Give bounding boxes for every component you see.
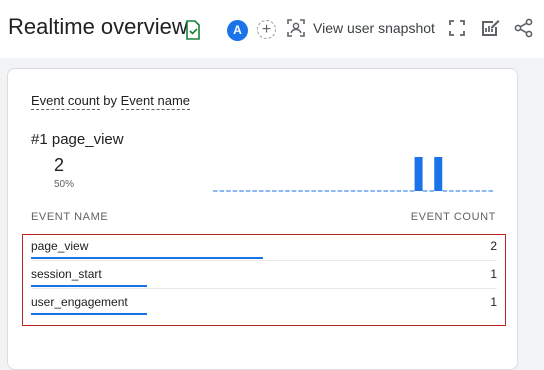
per-minute-bar-chart [213, 157, 493, 192]
share-icon[interactable] [514, 18, 534, 38]
event-name-cell: page_view [31, 239, 89, 253]
table-row[interactable]: user_engagement 1 [31, 291, 497, 319]
top-event-value: 2 [54, 155, 65, 175]
fullscreen-icon[interactable] [447, 18, 467, 38]
top-rank: #1 [31, 131, 48, 148]
table-row[interactable]: page_view 2 [31, 235, 497, 263]
row-divider [31, 288, 497, 289]
snapshot-label: View user snapshot [313, 20, 435, 36]
title-by: by [103, 93, 118, 108]
event-share-bar [31, 313, 147, 315]
table-row[interactable]: session_start 1 [31, 263, 497, 291]
chart-bar[interactable] [414, 157, 423, 191]
top-event-percent: 50% [54, 179, 75, 190]
page-header: Realtime overview A + View user snapshot [0, 0, 544, 58]
event-name-cell: session_start [31, 267, 102, 281]
add-comparison-button[interactable]: + [257, 20, 276, 39]
card-title: Event count by Event name [31, 93, 191, 110]
avatar[interactable]: A [227, 20, 248, 41]
user-snapshot-icon [287, 19, 305, 37]
page-title: Realtime overview [8, 14, 188, 39]
top-event-heading: #1 page_view [31, 131, 124, 148]
event-count-card: Event count by Event name #1 page_view 2… [7, 68, 518, 370]
column-header-event-count[interactable]: EVENT COUNT [411, 211, 496, 223]
top-event-name: page_view [51, 131, 124, 148]
verified-icon[interactable] [184, 20, 202, 40]
event-share-bar [31, 257, 263, 259]
row-divider [31, 260, 497, 261]
event-share-bar [31, 285, 147, 287]
customize-report-icon[interactable] [480, 18, 500, 38]
metric-selector[interactable]: Event count [31, 93, 100, 110]
event-name-cell: user_engagement [31, 295, 128, 309]
event-count-cell: 2 [490, 239, 497, 253]
view-user-snapshot-button[interactable]: View user snapshot [286, 16, 435, 40]
event-table: page_view 2 session_start 1 user_engagem… [22, 234, 506, 326]
column-header-event-name[interactable]: EVENT NAME [31, 211, 108, 223]
event-count-cell: 1 [490, 295, 497, 309]
dimension-selector[interactable]: Event name [120, 93, 191, 110]
chart-bar[interactable] [434, 157, 443, 191]
event-count-cell: 1 [490, 267, 497, 281]
